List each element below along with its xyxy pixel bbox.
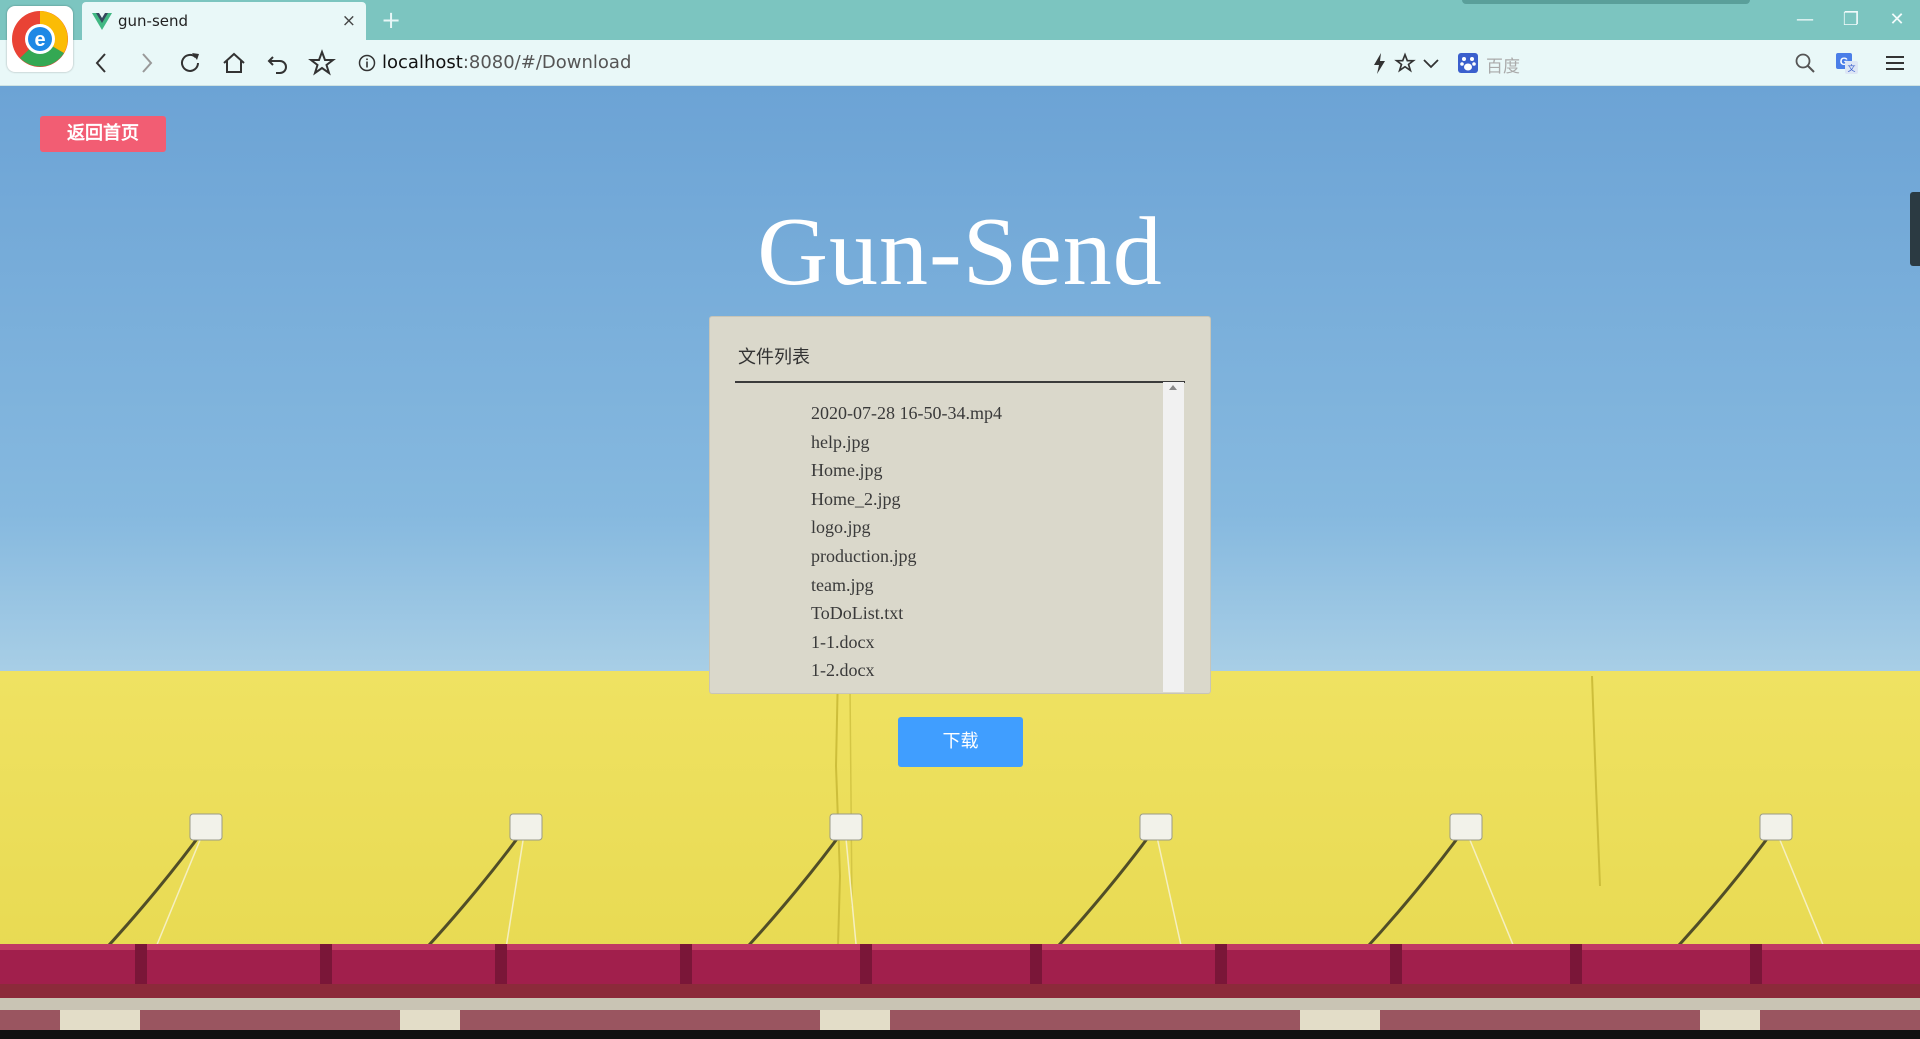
minimize-icon[interactable]: —: [1782, 0, 1828, 40]
bookmark-star-icon[interactable]: [308, 49, 336, 77]
file-item[interactable]: 1-1.docx: [735, 628, 1185, 657]
url-host: localhost: [382, 52, 463, 73]
browser-chrome: gun-send × + — ❐ ✕ e localhost:8080/#/Do…: [0, 0, 1920, 86]
bottom-edge-bar: [0, 1030, 1920, 1039]
chevron-down-icon[interactable]: [1420, 49, 1442, 77]
tab-bar: gun-send × + — ❐ ✕: [0, 0, 1920, 42]
translate-icon[interactable]: G 文: [1834, 49, 1860, 77]
tab-gun-send[interactable]: gun-send ×: [82, 2, 366, 42]
restore-icon[interactable]: ❐: [1828, 0, 1874, 40]
url-text[interactable]: localhost:8080/#/Download: [382, 52, 631, 73]
lightning-icon[interactable]: [1368, 49, 1390, 77]
file-item[interactable]: Home_2.jpg: [735, 485, 1185, 514]
svg-text:e: e: [34, 29, 45, 51]
menu-icon[interactable]: [1882, 49, 1908, 77]
forward-icon[interactable]: [132, 49, 160, 77]
vue-logo-icon: [92, 13, 112, 30]
favorite-star-icon[interactable]: [1392, 49, 1418, 77]
tab-close-icon[interactable]: ×: [342, 11, 356, 31]
file-item[interactable]: production.jpg: [735, 542, 1185, 571]
search-placeholder: 百度: [1486, 57, 1520, 77]
tab-bar-strip: [1462, 0, 1750, 4]
file-list-scrollbar[interactable]: [1163, 382, 1184, 692]
info-icon[interactable]: [358, 54, 376, 72]
search-box[interactable]: 百度: [1452, 48, 1832, 78]
download-button[interactable]: 下载: [898, 717, 1023, 767]
file-item[interactable]: 2020-07-28 16-50-34.mp4: [735, 399, 1185, 428]
baidu-icon: [1458, 53, 1478, 73]
panel-title: 文件列表: [738, 347, 810, 368]
reload-icon[interactable]: [176, 49, 204, 77]
url-path: :8080/#/Download: [462, 52, 632, 73]
tab-title: gun-send: [118, 12, 189, 30]
file-item[interactable]: ToDoList.txt: [735, 599, 1185, 628]
file-item[interactable]: Home.jpg: [735, 456, 1185, 485]
undo-icon[interactable]: [264, 49, 292, 77]
address-bar[interactable]: localhost:8080/#/Download: [352, 48, 1362, 78]
close-window-icon[interactable]: ✕: [1874, 0, 1920, 40]
file-item[interactable]: 1-2.docx: [735, 656, 1185, 685]
search-icon[interactable]: [1794, 52, 1816, 74]
back-icon[interactable]: [88, 49, 116, 77]
svg-text:文: 文: [1848, 63, 1856, 73]
file-list[interactable]: 2020-07-28 16-50-34.mp4 help.jpg Home.jp…: [735, 383, 1185, 695]
navigation-bar: localhost:8080/#/Download 百度 G 文: [0, 40, 1920, 86]
new-tab-icon[interactable]: +: [381, 6, 401, 34]
home-icon[interactable]: [220, 49, 248, 77]
browser-logo-icon: e: [7, 6, 73, 72]
file-item[interactable]: team.jpg: [735, 571, 1185, 600]
page-title: Gun-Send: [757, 198, 1163, 306]
scroll-up-arrow-icon[interactable]: [1169, 385, 1177, 390]
window-controls: — ❐ ✕: [1782, 0, 1920, 40]
file-item[interactable]: logo.jpg: [735, 513, 1185, 542]
file-item[interactable]: help.jpg: [735, 428, 1185, 457]
back-home-button[interactable]: 返回首页: [40, 116, 166, 152]
file-list-panel: 文件列表 2020-07-28 16-50-34.mp4 help.jpg Ho…: [709, 316, 1211, 694]
